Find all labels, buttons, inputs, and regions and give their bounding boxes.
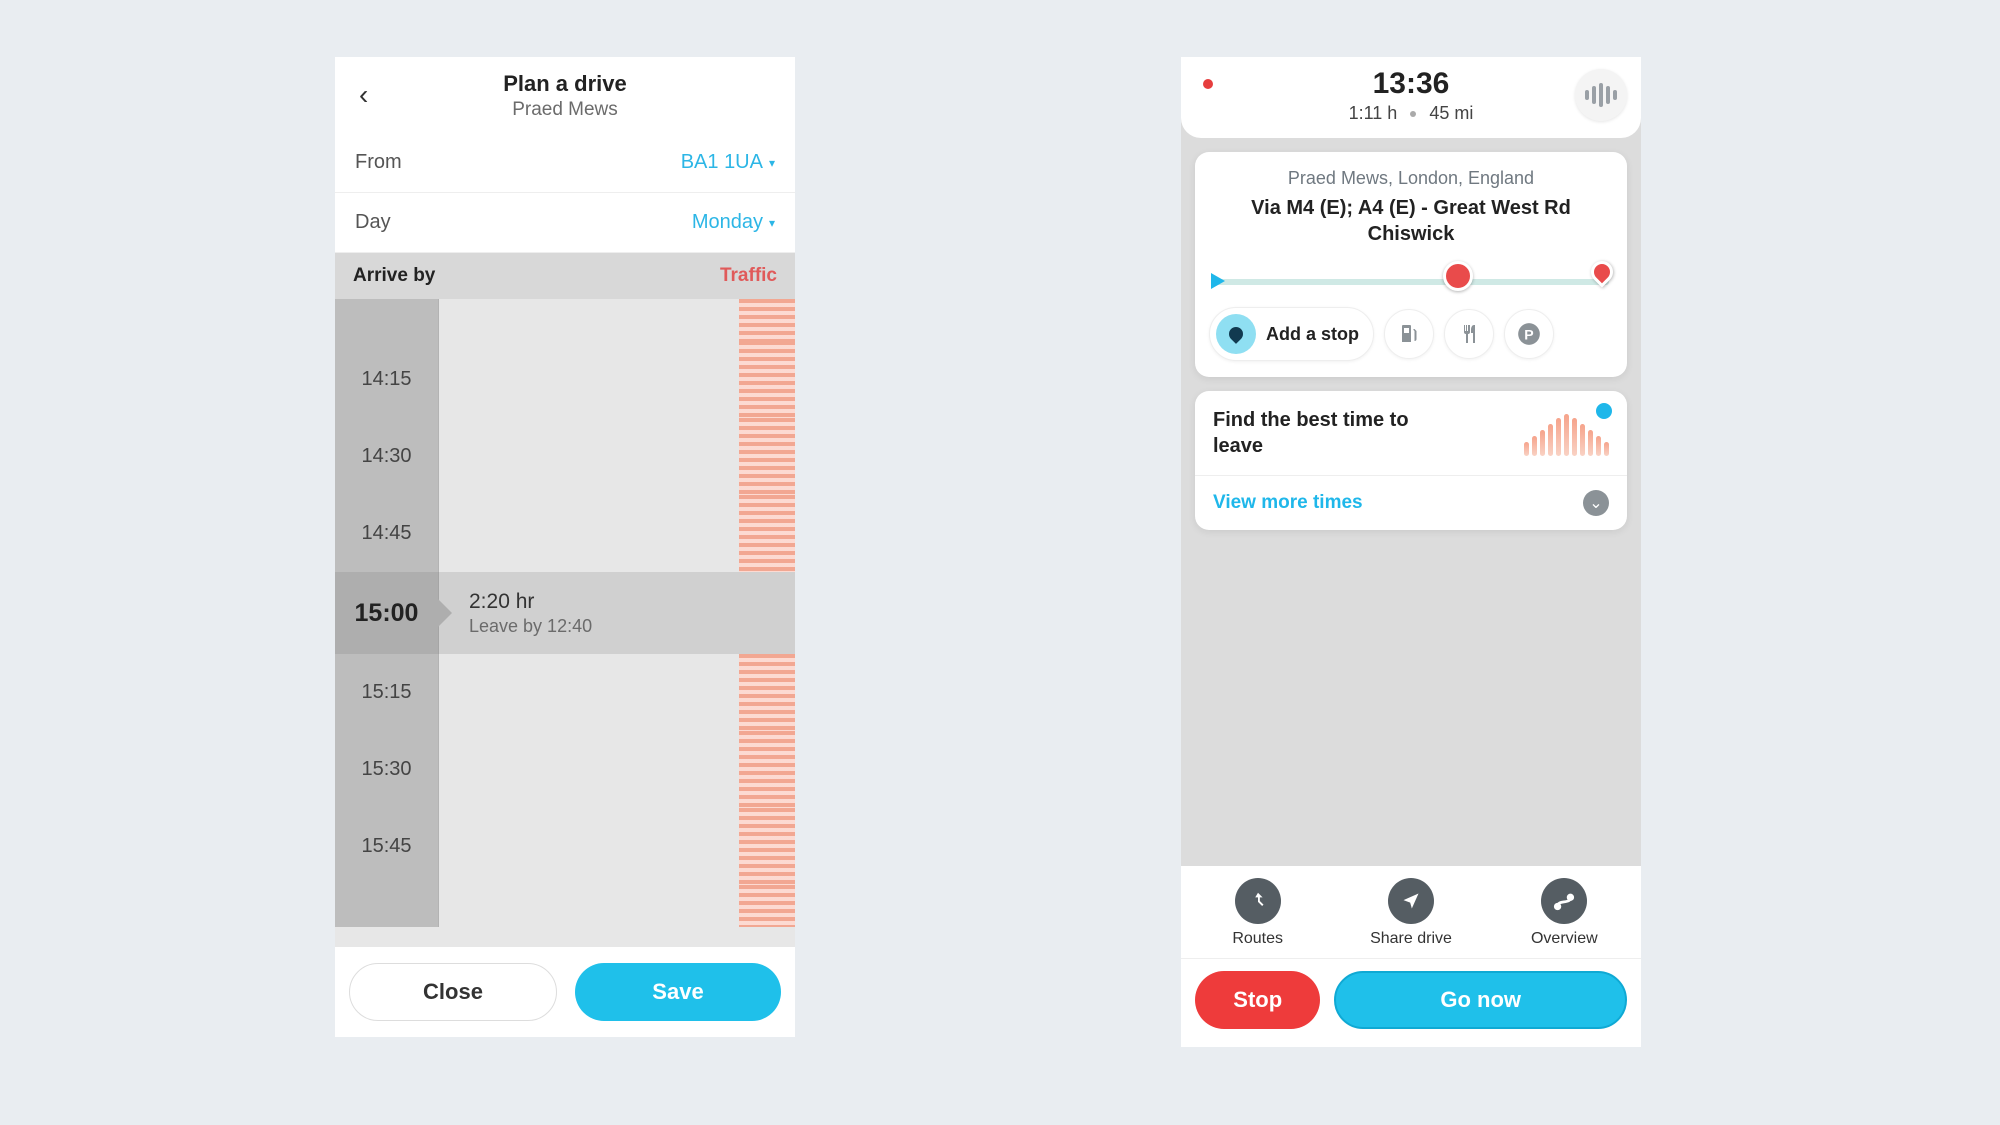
parking-icon: P xyxy=(1516,321,1542,347)
eta-distance: 45 mi xyxy=(1429,103,1473,123)
back-button[interactable]: ‹ xyxy=(359,79,368,111)
time-picker[interactable]: 14:15 14:30 14:45 15:00 2:20 hr Leave by… xyxy=(335,299,795,947)
time-option-selected[interactable]: 15:00 2:20 hr Leave by 12:40 xyxy=(335,572,795,654)
progress-bar xyxy=(1213,279,1609,285)
from-label: From xyxy=(355,151,402,174)
route-via: Via M4 (E); A4 (E) - Great West Rd Chisw… xyxy=(1213,195,1609,247)
add-stop-label: Add a stop xyxy=(1266,324,1359,345)
screen-subtitle: Praed Mews xyxy=(355,99,775,121)
day-label: Day xyxy=(355,211,391,234)
arrive-by-label: Arrive by xyxy=(353,265,435,287)
traffic-indicator xyxy=(739,654,795,731)
time-option[interactable]: 15:45 xyxy=(335,808,795,885)
day-value: Monday ▾ xyxy=(692,211,775,234)
routes-button[interactable]: Routes xyxy=(1182,878,1334,948)
best-time-label: Find the best time to leave xyxy=(1213,407,1413,459)
best-time-card: Find the best time to leave View more ti… xyxy=(1195,391,1627,530)
time-list-header: Arrive by Traffic xyxy=(335,253,795,299)
traffic-indicator xyxy=(739,495,795,572)
routes-label: Routes xyxy=(1232,930,1283,948)
plan-drive-footer: Close Save xyxy=(335,947,795,1037)
status-bar: 13:36 1:11 h 45 mi xyxy=(1181,57,1641,138)
view-more-label: View more times xyxy=(1213,492,1363,514)
traffic-indicator xyxy=(739,341,795,418)
bottom-bar: Routes Share drive Overview Stop Go now xyxy=(1181,866,1641,1047)
recording-indicator-icon xyxy=(1203,79,1213,89)
time-option[interactable]: 15:15 xyxy=(335,654,795,731)
caret-down-icon: ▾ xyxy=(769,216,775,230)
trip-duration: 2:20 hr xyxy=(469,590,592,614)
sound-icon xyxy=(1585,83,1617,107)
share-drive-button[interactable]: Share drive xyxy=(1335,878,1487,948)
clock-icon xyxy=(1593,400,1615,422)
overview-label: Overview xyxy=(1531,930,1598,948)
food-button[interactable] xyxy=(1444,309,1494,359)
plan-drive-screen: ‹ Plan a drive Praed Mews From BA1 1UA ▾… xyxy=(335,57,795,1037)
eta-summary: 1:11 h 45 mi xyxy=(1349,103,1474,124)
go-footer: Stop Go now xyxy=(1181,959,1641,1047)
add-stop-button[interactable]: Add a stop xyxy=(1209,307,1374,361)
time-option[interactable]: 14:45 xyxy=(335,495,795,572)
add-stop-icon xyxy=(1216,314,1256,354)
quick-actions: Routes Share drive Overview xyxy=(1181,866,1641,959)
best-time-row[interactable]: Find the best time to leave xyxy=(1195,391,1627,475)
go-now-button[interactable]: Go now xyxy=(1334,971,1627,1029)
route-card: Praed Mews, London, England Via M4 (E); … xyxy=(1195,152,1627,377)
svg-text:P: P xyxy=(1524,326,1533,342)
navigation-screen: 13:36 1:11 h 45 mi Praed Mews, London, E… xyxy=(1181,57,1641,1047)
overview-icon xyxy=(1541,878,1587,924)
save-button[interactable]: Save xyxy=(575,963,781,1021)
view-more-times-button[interactable]: View more times ⌄ xyxy=(1195,475,1627,530)
eta-duration: 1:11 h xyxy=(1349,103,1398,123)
caret-down-icon: ▾ xyxy=(769,156,775,170)
traffic-histogram-icon xyxy=(1524,410,1609,456)
chevron-down-icon: ⌄ xyxy=(1583,490,1609,516)
fuel-icon xyxy=(1397,322,1421,346)
traffic-indicator xyxy=(739,808,795,885)
destination-location: Praed Mews, London, England xyxy=(1213,168,1609,189)
close-button[interactable]: Close xyxy=(349,963,557,1021)
route-summary: Praed Mews, London, England Via M4 (E); … xyxy=(1195,152,1627,261)
food-icon xyxy=(1457,322,1481,346)
screen-title: Plan a drive xyxy=(355,71,775,97)
send-icon xyxy=(1388,878,1434,924)
plan-drive-header: ‹ Plan a drive Praed Mews xyxy=(335,57,795,133)
leave-by-time: Leave by 12:40 xyxy=(469,616,592,637)
routes-icon xyxy=(1235,878,1281,924)
traffic-indicator xyxy=(739,731,795,808)
from-selector[interactable]: From BA1 1UA ▾ xyxy=(335,133,795,193)
from-value: BA1 1UA ▾ xyxy=(681,151,775,174)
share-label: Share drive xyxy=(1370,930,1452,948)
hazard-marker-icon xyxy=(1443,261,1473,291)
time-option[interactable]: 15:30 xyxy=(335,731,795,808)
time-option[interactable]: 14:30 xyxy=(335,418,795,495)
parking-button[interactable]: P xyxy=(1504,309,1554,359)
selected-time-info: 2:20 hr Leave by 12:40 xyxy=(439,590,592,637)
start-marker-icon xyxy=(1211,273,1225,289)
stop-actions: Add a stop P xyxy=(1195,291,1627,377)
traffic-indicator xyxy=(739,418,795,495)
route-progress xyxy=(1195,261,1627,291)
day-selector[interactable]: Day Monday ▾ xyxy=(335,193,795,253)
fuel-button[interactable] xyxy=(1384,309,1434,359)
overview-button[interactable]: Overview xyxy=(1488,878,1640,948)
stop-button[interactable]: Stop xyxy=(1195,971,1320,1029)
separator-icon xyxy=(1410,111,1416,117)
time-option[interactable]: 14:15 xyxy=(335,341,795,418)
sound-button[interactable] xyxy=(1575,69,1627,121)
traffic-label: Traffic xyxy=(720,265,777,287)
destination-pin-icon xyxy=(1586,256,1617,287)
current-time: 13:36 xyxy=(1373,67,1450,101)
